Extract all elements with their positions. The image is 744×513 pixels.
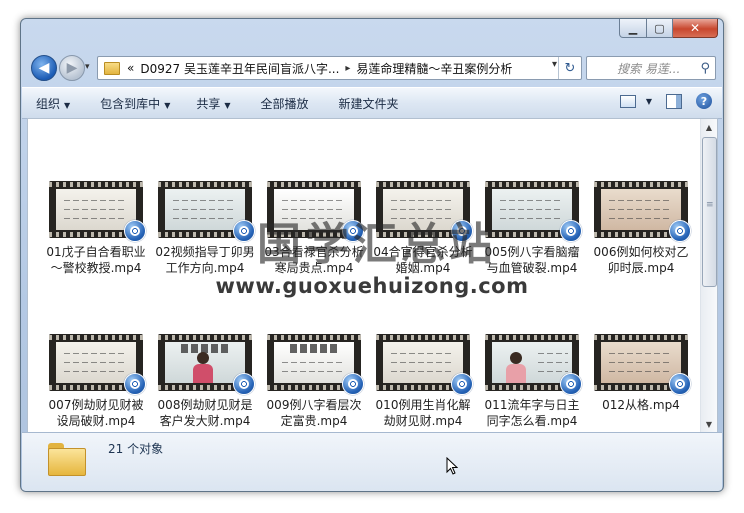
media-player-icon [669,373,691,395]
video-thumbnail [49,181,146,242]
media-player-icon [233,373,255,395]
video-thumbnail [376,334,473,395]
forward-button[interactable]: ▶ [59,55,85,81]
file-name: 03合看禄官杀分析寒局贵点.mp4 [264,245,364,275]
item-count: 21 个对象 [108,442,164,456]
file-name: 008例劫财见财是客户发大财.mp4 [157,398,253,428]
file-name: 01戊子自合看职业～警校教授.mp4 [46,245,146,275]
media-player-icon [342,373,364,395]
close-button[interactable]: ✕ [673,19,718,38]
preview-pane-icon[interactable] [666,93,682,109]
file-item[interactable]: 005例八字看脑瘤与血管破裂.mp4 [480,181,584,276]
search-icon[interactable]: ⚲ [700,61,710,76]
dropdown-arrow-icon: ▼ [64,100,71,110]
media-player-icon [451,373,473,395]
file-name: 009例八字看层次定富贵.mp4 [266,398,362,428]
maximize-button[interactable]: ▢ [647,19,673,38]
organize-menu[interactable]: 组织 ▼ [36,95,70,112]
scrollbar-thumb[interactable] [702,137,717,287]
file-item[interactable]: 012从格.mp4 [589,334,693,413]
video-thumbnail [49,334,146,395]
mouse-cursor-icon [446,457,458,475]
view-icon [619,94,636,108]
folder-icon [48,443,86,476]
media-player-icon [560,220,582,242]
media-player-icon [451,220,473,242]
share-label: 共享 [196,96,221,111]
address-dropdown-icon[interactable]: ▾ [552,59,557,70]
scroll-down-icon[interactable]: ▼ [701,416,717,432]
search-box[interactable]: 搜索 易莲... ⚲ [586,56,716,80]
file-item[interactable]: 04合官得官杀分析婚姻.mp4 [371,181,475,276]
folder-icon [104,61,120,75]
dropdown-arrow-icon: ▼ [224,100,231,110]
video-thumbnail [158,181,255,242]
breadcrumb-segment[interactable]: D0927 吴玉莲辛丑年民间盲派八字... [140,60,339,77]
file-name: 012从格.mp4 [602,398,680,412]
file-name: 007例劫财见财被设局破财.mp4 [48,398,144,428]
video-thumbnail [267,334,364,395]
file-name: 02视频指导丁卯男工作方向.mp4 [155,245,255,275]
share-menu[interactable]: 共享 ▼ [196,95,230,112]
media-player-icon [124,220,146,242]
video-thumbnail [594,334,691,395]
media-player-icon [124,373,146,395]
file-name: 010例用生肖化解劫财见财.mp4 [375,398,471,428]
video-thumbnail [376,181,473,242]
scroll-up-icon[interactable]: ▲ [701,119,717,135]
file-item[interactable]: 007例劫财见财被设局破财.mp4 [44,334,148,429]
change-view-button[interactable]: ▼ [619,94,652,108]
play-all-button[interactable]: 全部播放 [261,95,309,112]
address-bar[interactable]: « D0927 吴玉莲辛丑年民间盲派八字... ▸ 易莲命理精髓～辛丑案例分析 … [97,56,582,80]
help-icon[interactable]: ? [696,93,712,109]
dropdown-arrow-icon: ▼ [645,96,652,106]
details-pane: 21 个对象 [22,432,722,491]
address-chevron[interactable]: « [127,61,134,75]
video-thumbnail [594,181,691,242]
file-item[interactable]: 009例八字看层次定富贵.mp4 [262,334,366,429]
media-player-icon [233,220,255,242]
file-name: 005例八字看脑瘤与血管破裂.mp4 [484,245,580,275]
file-name: 011流年字与日主同字怎么看.mp4 [484,398,580,428]
file-item[interactable]: 010例用生肖化解劫财见财.mp4 [371,334,475,429]
organize-label: 组织 [36,96,61,111]
recent-pages-dropdown[interactable]: ▾ [85,62,90,72]
file-item[interactable]: 011流年字与日主同字怎么看.mp4 [480,334,584,429]
include-in-library-label: 包含到库中 [100,96,161,111]
refresh-icon[interactable]: ↻ [558,57,581,79]
media-player-icon [560,373,582,395]
back-button[interactable]: ◀ [31,55,57,81]
file-item[interactable]: 008例劫财见财是客户发大财.mp4 [153,334,257,429]
new-folder-button[interactable]: 新建文件夹 [339,95,399,112]
file-name: 006例如何校对乙卯时辰.mp4 [593,245,689,275]
media-player-icon [669,220,691,242]
breadcrumb-segment[interactable]: 易莲命理精髓～辛丑案例分析 [356,60,512,77]
file-item[interactable]: 02视频指导丁卯男工作方向.mp4 [153,181,257,276]
include-in-library-menu[interactable]: 包含到库中 ▼ [100,95,170,112]
explorer-window: ▁ ▢ ✕ ◀ ▶ ▾ « D0927 吴玉莲辛丑年民间盲派八字... ▸ 易莲… [20,18,724,492]
caption-buttons: ▁ ▢ ✕ [619,19,718,39]
file-item[interactable]: 03合看禄官杀分析寒局贵点.mp4 [262,181,366,276]
media-player-icon [342,220,364,242]
file-item[interactable]: 01戊子自合看职业～警校教授.mp4 [44,181,148,276]
video-thumbnail [485,334,582,395]
file-name: 04合官得官杀分析婚姻.mp4 [373,245,473,275]
video-thumbnail [267,181,364,242]
video-thumbnail [158,334,255,395]
breadcrumb-separator[interactable]: ▸ [345,63,350,74]
watermark-url: www.guoxuehuizong.com [215,274,529,298]
minimize-button[interactable]: ▁ [619,19,647,38]
vertical-scrollbar[interactable]: ▲ ▼ [700,119,717,432]
search-input[interactable]: 搜索 易莲... [617,60,680,77]
video-thumbnail [485,181,582,242]
file-item[interactable]: 006例如何校对乙卯时辰.mp4 [589,181,693,276]
command-bar: 组织 ▼ 包含到库中 ▼ 共享 ▼ 全部播放 新建文件夹 ▼ ? [22,87,722,119]
dropdown-arrow-icon: ▼ [164,100,171,110]
